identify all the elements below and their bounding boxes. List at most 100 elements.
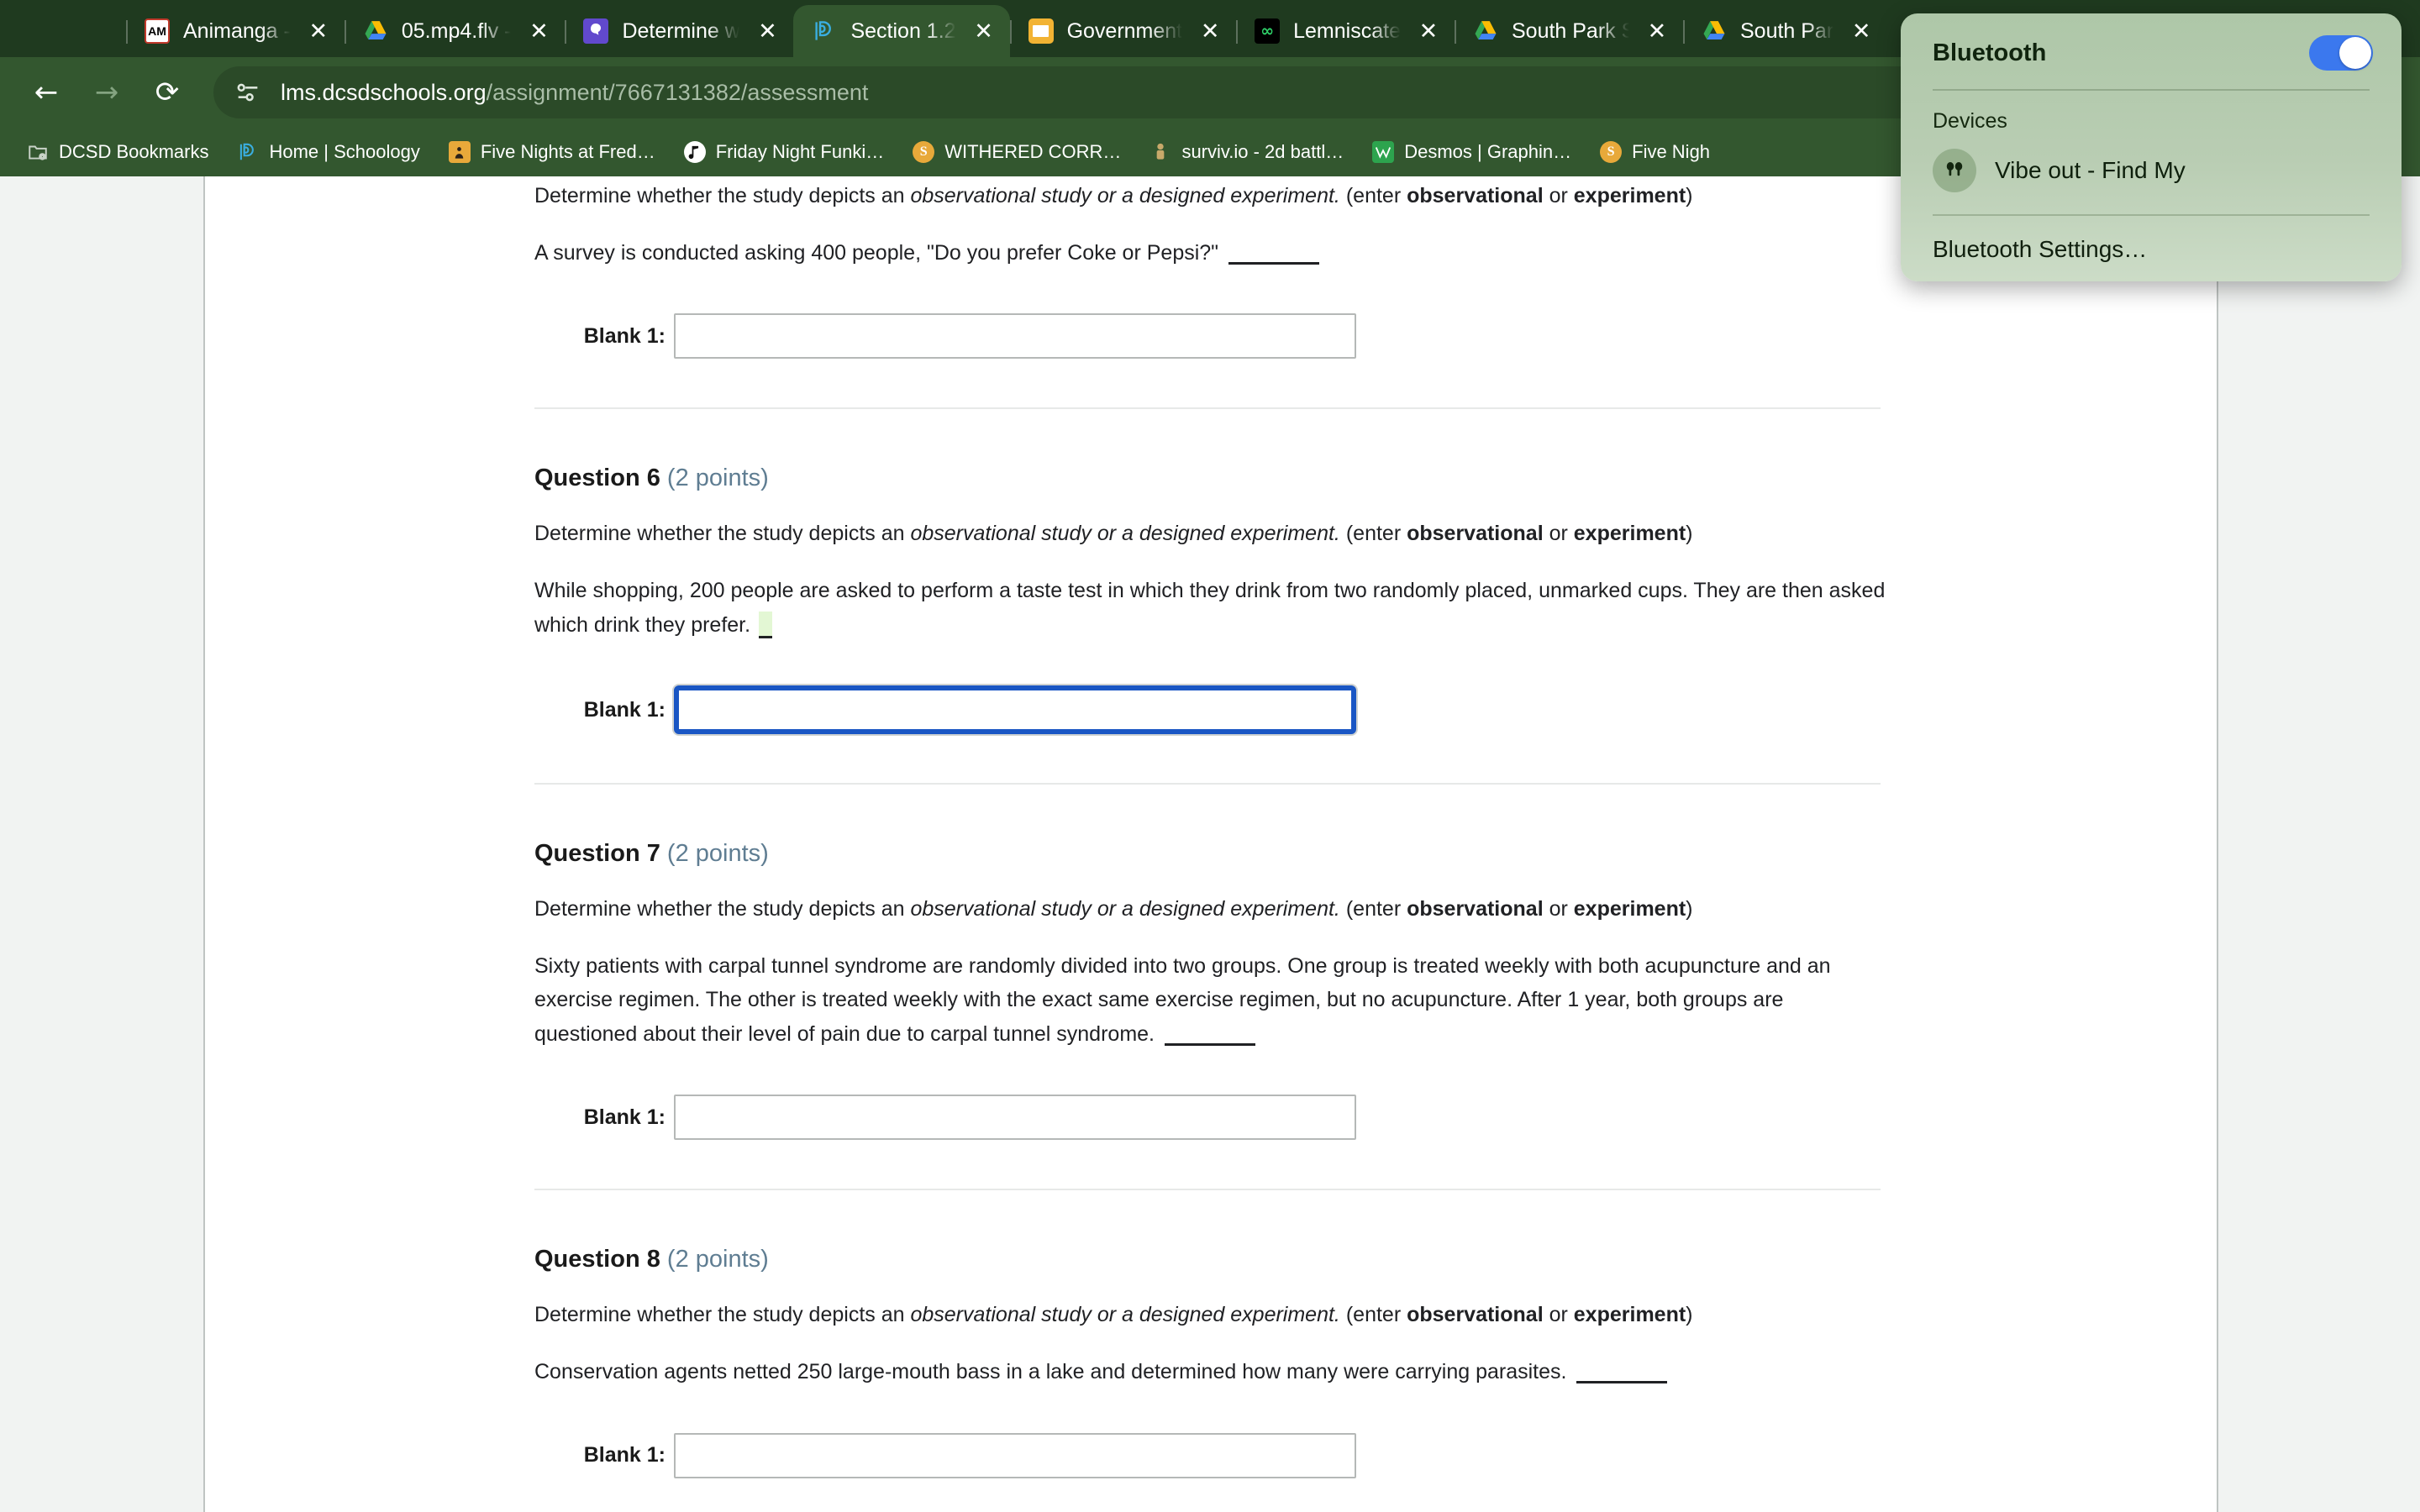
question-stem-text: While shopping, 200 people are asked to … [534, 579, 1886, 637]
prompt-italic: observational study or a designed experi… [910, 897, 1340, 921]
question-list: Determine whether the study depicts an o… [205, 176, 2217, 1478]
google-drive-favicon [363, 18, 388, 44]
tab-separator [1236, 20, 1239, 44]
tab-title: South Park S [1511, 18, 1629, 43]
bluetooth-panel[interactable]: Bluetooth Devices Vibe out - Find My Blu… [1901, 13, 2402, 281]
bookmark-label: Desmos | Graphin… [1404, 141, 1572, 162]
browser-tab[interactable]: Determine w ✕ [565, 5, 793, 57]
tab-title: Animanga - [183, 18, 291, 43]
bookmark-item[interactable]: Five Nights at Fred… [437, 136, 667, 168]
bluetooth-settings-link[interactable]: Bluetooth Settings… [1901, 216, 2402, 273]
question-stem: Conservation agents netted 250 large-mou… [534, 1355, 1887, 1389]
question-number: Question 6 [534, 465, 660, 492]
toggle-knob [2339, 37, 2371, 69]
question-stem: Sixty patients with carpal tunnel syndro… [534, 949, 1887, 1052]
url-text: lms.dcsdschools.org/assignment/766713138… [281, 80, 868, 106]
desmos-favicon [1372, 141, 1395, 163]
browser-tab[interactable]: 05.mp4.flv - ✕ [344, 5, 566, 57]
inline-blank-marker [1576, 1381, 1668, 1383]
blank-answer-input[interactable] [674, 1432, 1356, 1478]
prompt-bold-experiment: experiment [1573, 184, 1686, 207]
bookmark-item[interactable]: surviv.io - 2d battl… [1138, 136, 1355, 168]
blank-answer-input[interactable] [674, 313, 1356, 360]
tab-title: 05.mp4.flv - [401, 18, 512, 43]
browser-tab[interactable]: AM Animanga - ✕ [126, 5, 345, 57]
browser-window: AM Animanga - ✕ 05.mp4.flv - ✕ Determine w ✕ Se… [0, 0, 2420, 1512]
reload-button[interactable]: ⟳ [141, 66, 193, 118]
prompt-tail-open: (enter [1339, 1303, 1407, 1327]
schoology-favicon [237, 141, 259, 163]
question-prompt: Determine whether the study depicts an o… [534, 893, 2065, 926]
question-points: (2 points) [666, 840, 769, 867]
question-heading: Question 7 (2 points) [534, 840, 2065, 868]
prompt-bold-experiment: experiment [1573, 1303, 1686, 1327]
tab-close-icon[interactable]: ✕ [524, 20, 553, 43]
fnf-favicon [683, 141, 706, 163]
site-settings-icon[interactable] [234, 78, 262, 107]
bluetooth-header: Bluetooth [1901, 13, 2402, 89]
prompt-tail-open: (enter [1339, 184, 1407, 207]
back-button[interactable]: ← [20, 66, 72, 118]
inline-blank-marker [759, 611, 773, 638]
browser-tab[interactable]: South Park S ✕ [1454, 5, 1683, 57]
browser-tab[interactable]: Section 1.2 ✕ [793, 5, 1010, 57]
prompt-bold-observational: observational [1407, 522, 1544, 546]
brainly-favicon [583, 18, 609, 44]
browser-tab[interactable]: Government ✕ [1009, 5, 1237, 57]
page-left-gutter [0, 176, 205, 1512]
tab-close-icon[interactable]: ✕ [970, 20, 998, 43]
question-stem-text: Conservation agents netted 250 large-mou… [534, 1360, 1567, 1383]
question-prompt: Determine whether the study depicts an o… [534, 1299, 2065, 1331]
prompt-lead: Determine whether the study depicts an [534, 1303, 911, 1327]
question-stem-text: A survey is conducted asking 400 people,… [534, 240, 1219, 265]
lemniscate-favicon: ∞ [1255, 18, 1281, 44]
bookmark-item[interactable]: Friday Night Funki… [672, 136, 897, 168]
prompt-italic: observational study or a designed experi… [910, 522, 1340, 546]
question-block: Determine whether the study depicts an o… [534, 176, 2065, 410]
google-drive-favicon [1473, 18, 1498, 44]
forward-button[interactable]: → [81, 66, 133, 118]
tab-close-icon[interactable]: ✕ [753, 20, 781, 43]
bluetooth-toggle[interactable] [2309, 35, 2373, 71]
tab-close-icon[interactable]: ✕ [304, 20, 333, 43]
answer-row: Blank 1: [534, 313, 2065, 360]
tab-separator [344, 20, 346, 44]
blank-label: Blank 1: [583, 1105, 666, 1129]
prompt-mid: or [1543, 522, 1574, 546]
bookmark-label: Five Nights at Fred… [480, 141, 655, 162]
prompt-tail-close: ) [1686, 1303, 1693, 1327]
tab-close-icon[interactable]: ✕ [1847, 20, 1876, 43]
bookmark-item[interactable]: S WITHERED CORR… [901, 136, 1133, 168]
tab-close-icon[interactable]: ✕ [1414, 20, 1443, 43]
prompt-italic: observational study or a designed experi… [910, 1303, 1340, 1327]
blank-answer-input[interactable] [674, 1095, 1356, 1141]
fnaf-favicon [448, 141, 471, 163]
bluetooth-device-item[interactable]: Vibe out - Find My [1901, 147, 2402, 214]
tab-title: South Par [1739, 18, 1834, 43]
tab-separator [1009, 20, 1012, 44]
prompt-tail-close: ) [1686, 522, 1693, 546]
blank-label: Blank 1: [583, 697, 666, 722]
browser-tab[interactable]: ∞ Lemniscate ✕ [1236, 5, 1455, 57]
blank-label: Blank 1: [583, 1443, 666, 1467]
bookmark-item[interactable]: DCSD Bookmarks [15, 136, 220, 168]
prompt-bold-experiment: experiment [1573, 522, 1686, 546]
bookmark-item[interactable]: Desmos | Graphin… [1360, 136, 1583, 168]
schoology-favicon [812, 18, 837, 44]
bookmark-item[interactable]: Home | Schoology [225, 136, 431, 168]
blank-answer-input[interactable] [674, 685, 1356, 734]
folder-settings-icon [27, 141, 49, 163]
prompt-tail-close: ) [1686, 184, 1693, 207]
prompt-lead: Determine whether the study depicts an [534, 184, 911, 207]
question-block: Question 6 (2 points) Determine whether t… [534, 409, 2065, 785]
question-block: Question 7 (2 points) Determine whether t… [534, 785, 2065, 1191]
tab-close-icon[interactable]: ✕ [1643, 20, 1671, 43]
prompt-bold-observational: observational [1407, 897, 1544, 921]
bookmark-label: Five Nigh [1632, 141, 1711, 162]
tab-close-icon[interactable]: ✕ [1196, 20, 1224, 43]
tab-title: Section 1.2 [850, 18, 956, 43]
bookmark-item[interactable]: S Five Nigh [1588, 136, 1722, 168]
answer-row: Blank 1: [534, 685, 2065, 734]
browser-tab[interactable]: South Par ✕ [1682, 5, 1887, 57]
prompt-tail-close: ) [1686, 897, 1693, 921]
